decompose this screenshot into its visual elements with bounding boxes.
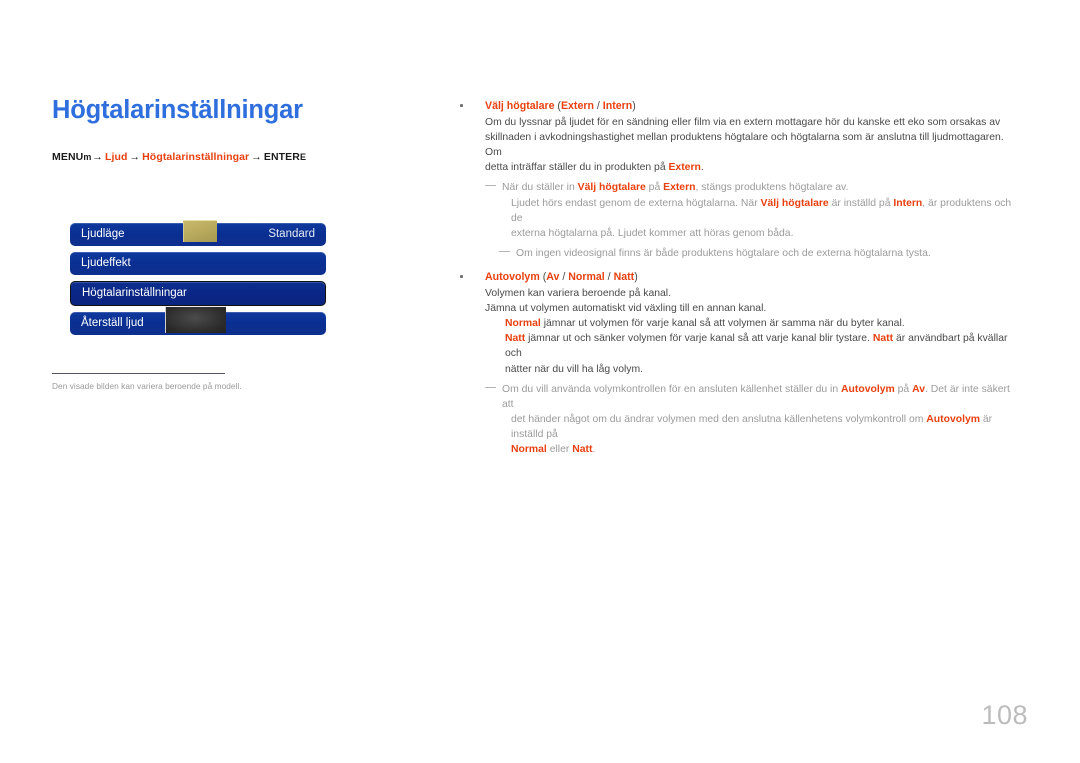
osd-caption-block: Den visade bilden kan variera beroende p… — [52, 373, 352, 391]
paragraph-line: nätter när du vill ha låg volym. — [505, 363, 644, 375]
note-line: Om du vill använda volymkontrollen för e… — [502, 384, 1010, 410]
inline-term-extern: Extern — [668, 162, 701, 174]
heading-close-paren: ) — [634, 270, 638, 283]
section-heading: Välj högtalare (Extern / Intern) — [458, 99, 1020, 114]
note-text: det händer något om du ändrar volymen me… — [511, 413, 927, 425]
breadcrumb-enter-label: ENTER — [263, 151, 300, 164]
note-text: är inställd på — [828, 197, 894, 209]
breadcrumb-arrow-2-icon: → — [129, 151, 141, 164]
inline-term-natt: Natt — [572, 443, 593, 455]
breadcrumb-arrow-3-icon: → — [251, 151, 262, 164]
heading-option-normal: Normal — [568, 270, 605, 283]
enter-key-icon: E — [299, 152, 306, 163]
breadcrumb-arrow-1-icon: → — [92, 151, 103, 164]
note-dash-icon — [499, 250, 510, 252]
note-line: externa högtalarna på. Ljudet kommer att… — [511, 227, 794, 239]
scan-artifact-gold — [183, 220, 217, 242]
inline-term-normal: Normal — [505, 318, 541, 330]
osd-menu-mockup: Ljudläge Standard Ljudeffekt Högtalarins… — [70, 220, 326, 341]
paragraph-line: Jämna ut volymen automatiskt vid växling… — [485, 303, 767, 315]
bullet-dot-icon — [460, 104, 463, 107]
inline-term-intern: Intern — [893, 197, 923, 209]
section-valj-hogtalare: Välj högtalare (Extern / Intern) Om du l… — [458, 99, 1020, 261]
heading-separator: / — [593, 100, 603, 112]
heading-term: Autovolym — [485, 270, 540, 283]
paragraph-line: skillnaden i avkodningshastighet mellan … — [485, 132, 1004, 159]
osd-row-label: Högtalarinställningar — [82, 286, 187, 299]
note-line: Om ingen videosignal finns är både produ… — [516, 247, 931, 259]
section-autovolym: Autovolym (Av / Normal / Natt) Volymen k… — [458, 270, 1020, 457]
note-text: på — [645, 182, 664, 194]
breadcrumb-menu-label: MENU — [52, 151, 84, 164]
note-dash-icon — [485, 185, 496, 187]
osd-row-label: Ljudeffekt — [81, 256, 131, 269]
breadcrumb-step-ljud: Ljud — [104, 151, 128, 164]
caption-divider — [52, 373, 225, 374]
note-block: Om ingen videosignal finns är både produ… — [458, 246, 1020, 261]
paragraph-text: . — [700, 162, 704, 174]
inline-term-natt: Natt — [505, 333, 526, 345]
osd-row-label: Återställ ljud — [81, 316, 144, 329]
paragraph-line: Om du lyssnar på ljudet för en sändning … — [485, 117, 1001, 129]
paragraph-line: Volymen kan variera beroende på kanal. — [485, 288, 671, 300]
inline-term-normal: Normal — [511, 443, 547, 455]
note-text: Ljudet hörs endast genom de externa högt… — [511, 197, 761, 209]
note-line: När du ställer in Välj högtalare på Exte… — [502, 182, 848, 193]
heading-option-intern: Intern — [602, 100, 633, 112]
osd-row-ljudlage[interactable]: Ljudläge Standard — [70, 220, 326, 246]
osd-row-label: Ljudläge — [81, 227, 125, 240]
bullet-dot-icon — [460, 274, 463, 278]
heading-close-paren: ) — [632, 100, 636, 112]
paragraph-text: jämnar ut volymen för varje kanal så att… — [540, 318, 905, 330]
osd-row-hogtalarinstallningar[interactable]: Högtalarinställningar — [70, 281, 326, 306]
osd-row-aterstall-ljud[interactable]: Återställ ljud — [70, 306, 326, 335]
paragraph-text: jämnar ut och sänker volymen för varje k… — [525, 333, 873, 345]
inline-term-valj-hogtalare: Välj högtalare — [577, 182, 646, 194]
osd-row-value: Standard — [268, 227, 315, 240]
note-line: Normal eller Natt. — [502, 442, 1020, 457]
inline-term-extern: Extern — [663, 182, 696, 194]
inline-term-av: Av — [912, 383, 925, 395]
note-line: Ljudet hörs endast genom de externa högt… — [502, 196, 1020, 226]
heading-option-extern: Extern — [560, 100, 594, 112]
scan-artifact-dark — [165, 306, 226, 333]
note-text: på — [894, 383, 913, 395]
right-column: Välj högtalare (Extern / Intern) Om du l… — [458, 99, 1020, 457]
note-block: När du ställer in Välj högtalare på Exte… — [458, 180, 1020, 240]
note-dash-icon — [485, 386, 496, 388]
note-block: Om du vill använda volymkontrollen för e… — [458, 382, 1020, 457]
section-heading: Autovolym (Av / Normal / Natt) — [458, 270, 1020, 285]
heading-option-natt: Natt — [613, 270, 635, 283]
left-column: Högtalarinställningar MENUm → Ljud → Högtala… — [52, 96, 412, 163]
note-text: eller — [546, 443, 573, 455]
paragraph-line: Natt jämnar ut och sänker volymen för va… — [458, 331, 1020, 361]
heading-separator: / — [604, 270, 614, 283]
heading-term: Välj högtalare — [485, 100, 555, 112]
paragraph-text: detta inträffar ställer du in produkten … — [485, 162, 669, 174]
inline-term-autovolym: Autovolym — [841, 383, 895, 395]
paragraph-line: Normal jämnar ut volymen för varje kanal… — [458, 316, 1020, 331]
inline-term-autovolym: Autovolym — [926, 413, 980, 425]
breadcrumb: MENUm → Ljud → Högtalarinställningar → ENTERE — [52, 151, 412, 163]
heading-option-av: Av — [546, 270, 560, 283]
page-number: 108 — [981, 700, 1028, 730]
page-title: Högtalarinställningar — [52, 96, 303, 124]
note-text: . — [592, 443, 596, 455]
heading-separator: / — [559, 270, 569, 283]
note-line: det händer något om du ändrar volymen me… — [502, 412, 1020, 442]
inline-term-valj-hogtalare: Välj högtalare — [760, 197, 829, 209]
note-text: , stängs produktens högtalare av. — [695, 182, 849, 194]
paragraph-line: detta inträffar ställer du in produkten … — [458, 160, 1020, 175]
osd-row-ljudeffekt[interactable]: Ljudeffekt — [70, 252, 326, 275]
note-text: Om du vill använda volymkontrollen för e… — [502, 383, 842, 395]
breadcrumb-step-hogtalarinstallningar: Högtalarinställningar — [142, 151, 250, 164]
inline-term-natt: Natt — [872, 333, 894, 345]
note-text: När du ställer in — [502, 182, 578, 194]
osd-caption: Den visade bilden kan variera beroende p… — [52, 381, 242, 391]
manual-page: Högtalarinställningar MENUm → Ljud → Högtala… — [0, 0, 1080, 763]
